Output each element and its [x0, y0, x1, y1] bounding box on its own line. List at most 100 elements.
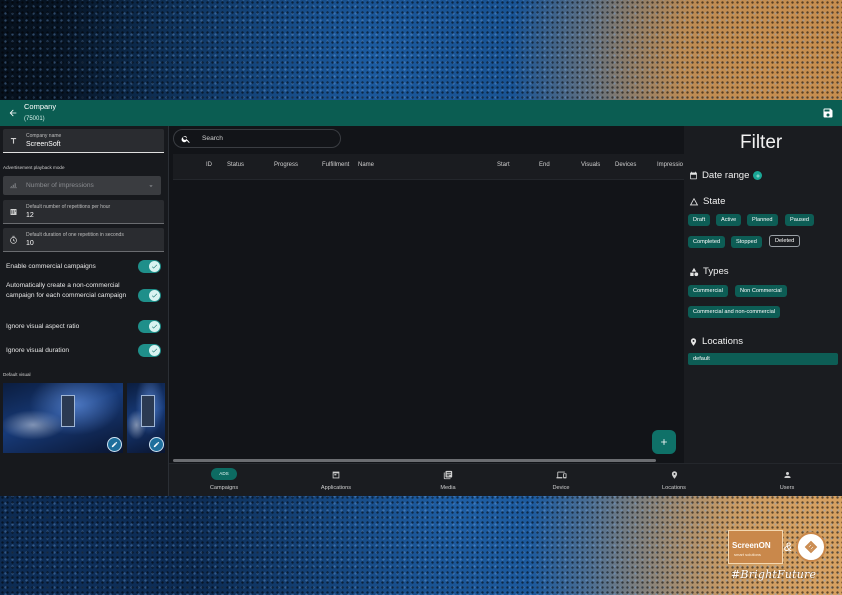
toggle-label: Ignore visual duration — [6, 347, 70, 354]
column-header[interactable]: Fulfillment — [322, 162, 349, 168]
enable-commercial-toggle[interactable] — [138, 260, 161, 273]
category-icon — [690, 267, 699, 276]
horizontal-scrollbar[interactable] — [173, 459, 656, 462]
nav-device[interactable]: Device — [521, 464, 601, 496]
timer-icon — [10, 235, 17, 244]
brand-box: ScreenON smart solutions — [728, 530, 783, 564]
date-range-section: Date range — [689, 170, 763, 181]
back-button[interactable] — [2, 100, 24, 126]
pencil-icon — [111, 441, 118, 448]
location-item-default[interactable]: default — [688, 353, 838, 365]
company-name-value: ScreenSoft — [26, 141, 61, 148]
column-header[interactable]: Progress — [274, 162, 298, 168]
repetitions-per-hour-value: 12 — [26, 212, 34, 219]
state-chip-draft[interactable]: Draft — [688, 214, 711, 226]
nav-label: Applications — [320, 485, 352, 491]
save-button[interactable] — [822, 106, 836, 120]
nav-icon-wrap — [747, 464, 827, 480]
nav-locations[interactable]: Locations — [634, 464, 714, 496]
default-visual-thumbnail[interactable] — [3, 383, 123, 453]
plus-icon — [756, 173, 760, 178]
brand-name: ScreenON — [732, 541, 771, 550]
page-title-text: Company — [24, 102, 57, 111]
date-range-label: Date range — [702, 170, 750, 181]
state-chip-stopped[interactable]: Stopped — [731, 236, 762, 248]
filter-title: Filter — [740, 132, 783, 153]
types-label: Types — [703, 266, 729, 277]
state-chip-paused[interactable]: Paused — [785, 214, 814, 226]
add-date-range-button[interactable] — [753, 171, 763, 180]
column-header[interactable]: Status — [227, 162, 244, 168]
nav-media[interactable]: Media — [408, 464, 488, 496]
state-chip-active[interactable]: Active — [716, 214, 742, 226]
plus-icon — [661, 439, 667, 445]
nav-icon-wrap — [521, 464, 601, 480]
toggle-knob — [149, 290, 160, 301]
state-chip-completed[interactable]: Completed — [688, 236, 726, 248]
partner-seal-icon — [796, 532, 826, 562]
column-header[interactable]: Visuals — [581, 162, 600, 168]
repetition-duration-value: 10 — [26, 240, 34, 247]
toggle-label: Automatically create a non-commercial ca… — [6, 282, 127, 299]
column-header[interactable]: ID — [206, 162, 212, 168]
add-campaign-button[interactable] — [652, 430, 676, 454]
edit-visual-button[interactable] — [107, 437, 122, 452]
default-visual-label: Default visual — [3, 372, 31, 377]
search-input[interactable]: Search — [173, 129, 341, 148]
brand-ampersand: & — [784, 540, 793, 554]
campaigns-panel: Search ID Status Progress Fulfillment Na… — [169, 126, 684, 463]
calendar-icon — [690, 171, 697, 180]
state-icon — [689, 197, 699, 205]
ignore-duration-toggle[interactable] — [138, 344, 161, 357]
company-name-field[interactable]: Company name ScreenSoft — [3, 129, 164, 153]
playback-mode-select[interactable]: Number of impressions — [3, 176, 161, 195]
check-icon — [151, 264, 158, 269]
toggle-label: Enable commercial campaigns — [6, 263, 96, 270]
calendar-grid-icon — [10, 208, 17, 215]
nav-label: Media — [440, 485, 456, 491]
location-pin-icon — [671, 471, 677, 479]
search-icon — [181, 136, 190, 143]
repetitions-per-hour-label: Default number of repetitions per hour — [26, 204, 111, 210]
nav-label: Users — [779, 485, 795, 491]
page-subtitle: (75001) — [24, 116, 45, 122]
brand-hashtag: #BrightFuture — [731, 568, 817, 581]
types-section: Types — [689, 266, 729, 277]
type-chip-commercial[interactable]: Commercial — [688, 285, 728, 297]
nav-users[interactable]: Users — [747, 464, 827, 496]
repetitions-per-hour-field[interactable]: Default number of repetitions per hour 1… — [3, 200, 164, 224]
nav-campaigns[interactable]: ADS Campaigns — [184, 464, 264, 496]
locations-label: Locations — [702, 336, 744, 347]
toggle-knob — [149, 321, 160, 332]
column-header[interactable]: Impressio — [657, 162, 683, 168]
ads-icon: ADS — [211, 468, 237, 480]
search-placeholder: Search — [202, 135, 223, 142]
default-visual-thumbnail-2[interactable] — [127, 383, 165, 453]
link-icon — [804, 540, 818, 554]
visual-image-detail — [141, 395, 155, 427]
top-app-bar: Company (75001) — [0, 100, 842, 126]
toggle-knob — [149, 345, 160, 356]
column-header[interactable]: Name — [358, 162, 374, 168]
nav-applications[interactable]: Applications — [296, 464, 376, 496]
page-title: Company (75001) — [24, 102, 56, 124]
locations-section: Locations — [689, 336, 743, 347]
repetition-duration-field[interactable]: Default duration of one repetition in se… — [3, 228, 164, 252]
column-header[interactable]: Devices — [615, 162, 636, 168]
state-chip-deleted[interactable]: Deleted — [769, 235, 801, 247]
column-header[interactable]: Start — [497, 162, 510, 168]
edit-visual-button[interactable] — [149, 437, 164, 452]
chevron-down-icon — [149, 185, 153, 187]
check-icon — [151, 324, 158, 329]
nav-icon-wrap: ADS — [184, 464, 264, 480]
column-header[interactable]: End — [539, 162, 550, 168]
toggle-label: Ignore visual aspect ratio — [6, 323, 80, 330]
ignore-aspect-toggle[interactable] — [138, 320, 161, 333]
type-chip-non-commercial[interactable]: Non Commercial — [735, 285, 787, 297]
state-chip-planned[interactable]: Planned — [747, 214, 778, 226]
nav-label: Campaigns — [209, 485, 239, 491]
auto-noncommercial-toggle[interactable] — [138, 289, 161, 302]
toggle-knob — [149, 261, 160, 272]
type-chip-both[interactable]: Commercial and non-commercial — [688, 306, 781, 318]
brand-tagline: smart solutions — [734, 552, 761, 557]
